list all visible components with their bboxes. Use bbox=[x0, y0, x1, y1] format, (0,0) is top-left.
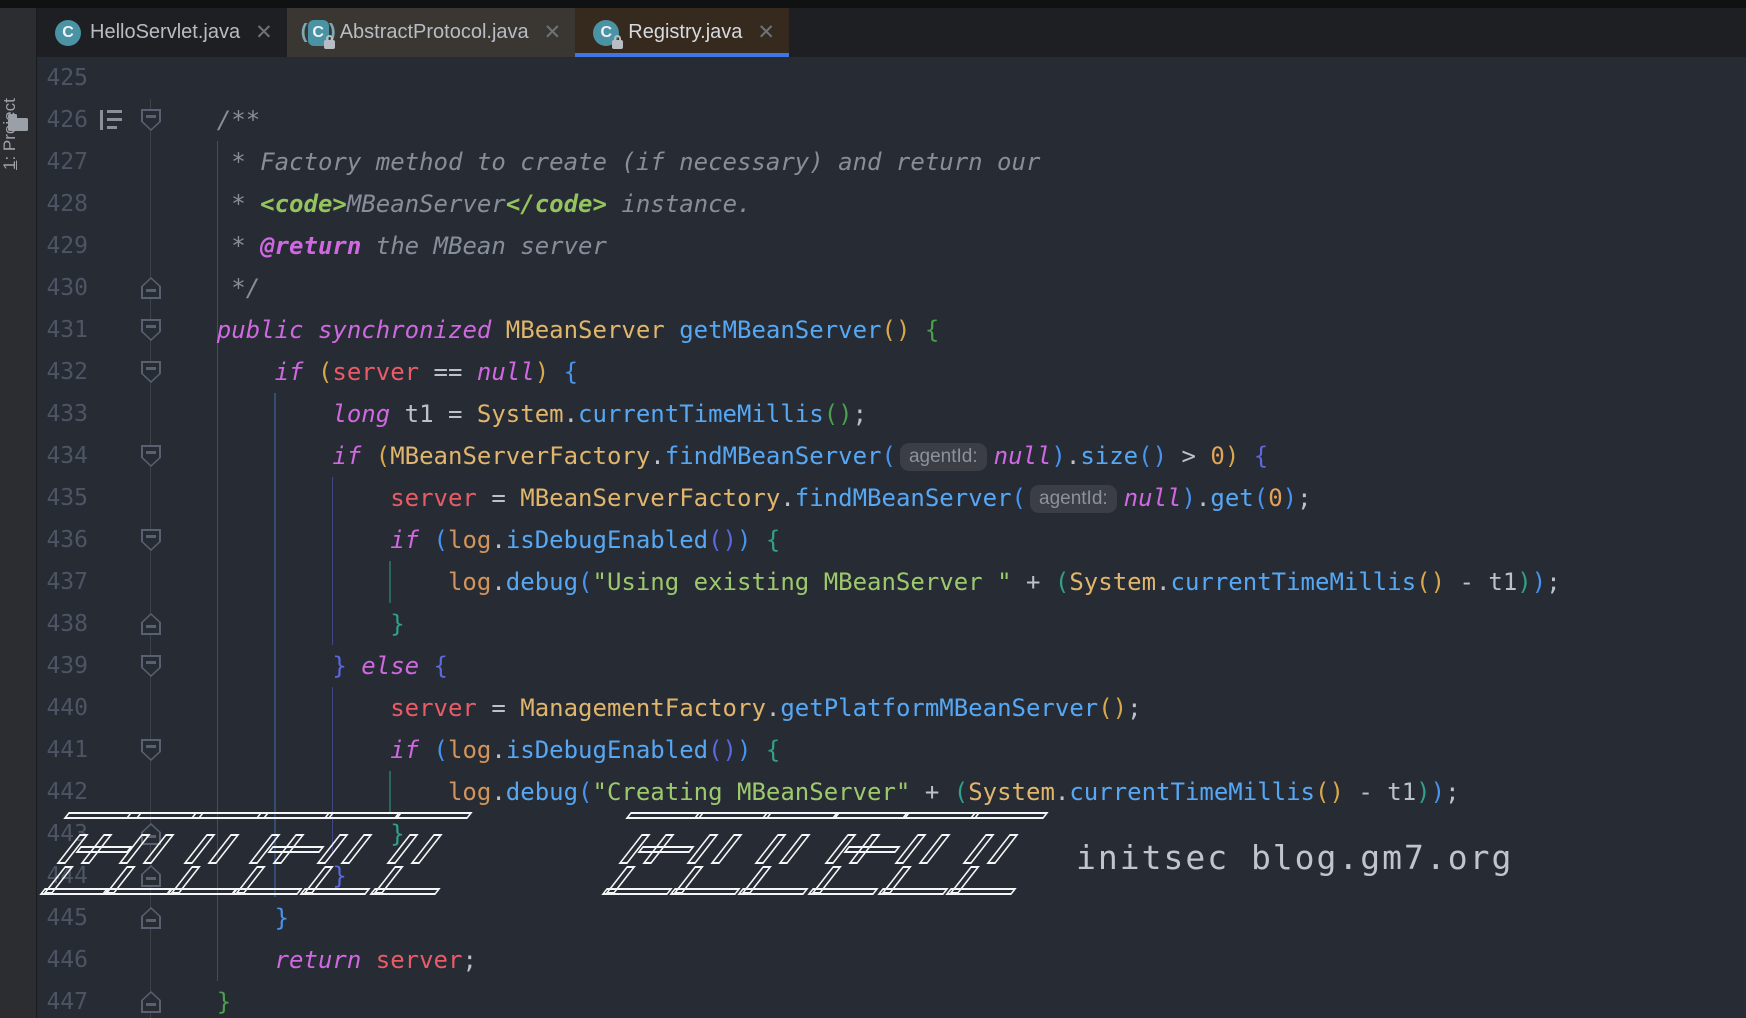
code-line[interactable]: 436 if (log.isDebugEnabled()) { bbox=[36, 519, 1746, 561]
tab-label: Registry.java bbox=[628, 21, 742, 44]
line-number: 443 bbox=[36, 813, 88, 855]
close-icon[interactable]: ✕ bbox=[757, 22, 775, 43]
code-line[interactable]: 446 return server; bbox=[36, 939, 1746, 981]
code-line[interactable]: 434 if (MBeanServerFactory.findMBeanServ… bbox=[36, 435, 1746, 477]
code-line[interactable]: 428 * <code>MBeanServer</code> instance. bbox=[36, 183, 1746, 225]
line-number: 446 bbox=[36, 939, 88, 981]
line-number: 440 bbox=[36, 687, 88, 729]
fold-end-icon[interactable] bbox=[141, 613, 161, 635]
fold-collapse-icon[interactable] bbox=[141, 361, 161, 383]
line-number: 438 bbox=[36, 603, 88, 645]
fold-collapse-icon[interactable] bbox=[141, 445, 161, 467]
line-number: 429 bbox=[36, 225, 88, 267]
indent-guide bbox=[274, 393, 276, 897]
line-number: 439 bbox=[36, 645, 88, 687]
code-line[interactable]: 433 long t1 = System.currentTimeMillis()… bbox=[36, 393, 1746, 435]
class-icon: C bbox=[55, 20, 81, 46]
line-number: 435 bbox=[36, 477, 88, 519]
watermark-url-text: initsec blog.gm7.org bbox=[1076, 838, 1513, 877]
fold-collapse-icon[interactable] bbox=[141, 319, 161, 341]
line-number: 433 bbox=[36, 393, 88, 435]
parameter-hint-chip: agentId: bbox=[1030, 485, 1117, 513]
line-number: 431 bbox=[36, 309, 88, 351]
code-line[interactable]: 427 * Factory method to create (if neces… bbox=[36, 141, 1746, 183]
line-number: 432 bbox=[36, 351, 88, 393]
tab-registry-java[interactable]: C Registry.java ✕ bbox=[575, 8, 789, 57]
code-line[interactable]: 438 } bbox=[36, 603, 1746, 645]
folder-icon bbox=[8, 118, 28, 131]
code-line[interactable]: 440 server = ManagementFactory.getPlatfo… bbox=[36, 687, 1746, 729]
code-line[interactable]: 435 server = MBeanServerFactory.findMBea… bbox=[36, 477, 1746, 519]
fold-end-icon[interactable] bbox=[141, 277, 161, 299]
code-line[interactable]: 445 } bbox=[36, 897, 1746, 939]
line-number: 437 bbox=[36, 561, 88, 603]
parameter-hint-chip: agentId: bbox=[900, 443, 987, 471]
method-structure-icon[interactable] bbox=[100, 110, 124, 130]
editor-tab-bar: C HelloServlet.java ✕ ()C AbstractProtocol.j… bbox=[36, 0, 1746, 57]
fold-collapse-icon[interactable] bbox=[141, 739, 161, 761]
fold-collapse-icon[interactable] bbox=[141, 109, 161, 131]
project-tool-strip[interactable]: 1: Project bbox=[0, 0, 37, 1018]
line-number: 428 bbox=[36, 183, 88, 225]
fold-end-icon[interactable] bbox=[141, 991, 161, 1013]
line-number: 441 bbox=[36, 729, 88, 771]
window-top-strip bbox=[0, 0, 1746, 8]
class-icon: C bbox=[593, 20, 619, 46]
line-number: 442 bbox=[36, 771, 88, 813]
code-line[interactable]: 439 } else { bbox=[36, 645, 1746, 687]
tab-label: AbstractProtocol.java bbox=[340, 21, 529, 44]
lock-icon bbox=[324, 40, 335, 49]
indent-guide bbox=[389, 561, 391, 603]
line-number: 430 bbox=[36, 267, 88, 309]
fold-end-icon[interactable] bbox=[141, 823, 161, 845]
tab-helloservlet-java[interactable]: C HelloServlet.java ✕ bbox=[37, 8, 287, 57]
line-number: 436 bbox=[36, 519, 88, 561]
code-line[interactable]: 437 log.debug("Using existing MBeanServe… bbox=[36, 561, 1746, 603]
code-line[interactable]: 441 if (log.isDebugEnabled()) { bbox=[36, 729, 1746, 771]
indent-guide bbox=[332, 477, 334, 645]
code-line[interactable]: 432 if (server == null) { bbox=[36, 351, 1746, 393]
code-line[interactable]: 431 public synchronized MBeanServer getM… bbox=[36, 309, 1746, 351]
code-line[interactable]: 429 * @return the MBean server bbox=[36, 225, 1746, 267]
fold-end-icon[interactable] bbox=[141, 907, 161, 929]
line-number: 447 bbox=[36, 981, 88, 1018]
indent-guide bbox=[389, 771, 391, 813]
code-line[interactable]: 425 bbox=[36, 57, 1746, 99]
indent-guide bbox=[332, 687, 334, 855]
code-line[interactable]: 447 } bbox=[36, 981, 1746, 1018]
line-number: 445 bbox=[36, 897, 88, 939]
line-number: 425 bbox=[36, 57, 88, 99]
project-strip-label[interactable]: 1: Project bbox=[0, 134, 130, 170]
code-line[interactable]: 442 log.debug("Creating MBeanServer" + (… bbox=[36, 771, 1746, 813]
line-number: 444 bbox=[36, 855, 88, 897]
code-line[interactable]: 426 /** bbox=[36, 99, 1746, 141]
tabs-container: C HelloServlet.java ✕ ()C AbstractProtocol.j… bbox=[37, 8, 789, 57]
fold-end-icon[interactable] bbox=[141, 865, 161, 887]
lock-icon bbox=[612, 40, 623, 49]
fold-collapse-icon[interactable] bbox=[141, 655, 161, 677]
tab-label: HelloServlet.java bbox=[90, 21, 240, 44]
decompiled-class-icon: ()C bbox=[305, 20, 331, 46]
indent-guide bbox=[217, 141, 219, 981]
ide-window: { "tool_strip": {"mnemonic": "1", "label… bbox=[0, 0, 1746, 1018]
tab-abstractprotocol-java[interactable]: ()C AbstractProtocol.java ✕ bbox=[287, 8, 576, 57]
close-icon[interactable]: ✕ bbox=[544, 22, 562, 43]
fold-collapse-icon[interactable] bbox=[141, 529, 161, 551]
line-number: 434 bbox=[36, 435, 88, 477]
close-icon[interactable]: ✕ bbox=[255, 22, 273, 43]
code-line[interactable]: 430 */ bbox=[36, 267, 1746, 309]
